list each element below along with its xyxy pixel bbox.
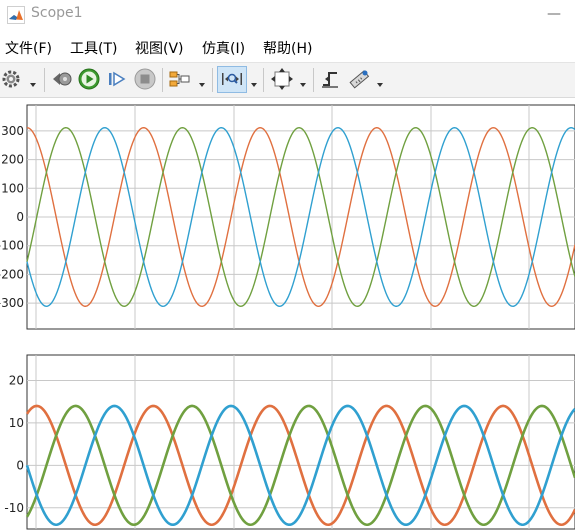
toolbar-separator xyxy=(162,68,163,92)
zoom-axes-icon[interactable] xyxy=(220,67,244,91)
toolbar xyxy=(0,62,575,98)
plot-axes-frame xyxy=(26,354,575,530)
toolbar-separator xyxy=(313,68,314,92)
fit-dropdown-arrow-icon[interactable] xyxy=(299,74,307,87)
current-plot[interactable]: 20 10 0 -10 xyxy=(0,350,575,530)
y-tick-label: -300 xyxy=(0,296,24,310)
triggers-icon[interactable] xyxy=(319,67,343,91)
measure-dropdown-arrow-icon[interactable] xyxy=(376,74,384,87)
zoom-dropdown-arrow-icon[interactable] xyxy=(250,74,258,87)
y-tick-label: 300 xyxy=(1,124,24,138)
step-forward-icon[interactable] xyxy=(105,67,129,91)
window-title: Scope1 xyxy=(31,5,83,21)
y-tick-label: -10 xyxy=(4,501,24,515)
minimize-button[interactable]: — xyxy=(540,6,568,26)
toolbar-separator xyxy=(212,68,213,92)
matlab-logo-icon xyxy=(7,6,25,24)
toolbar-separator xyxy=(44,68,45,92)
y-tick-label: 10 xyxy=(9,416,24,430)
run-icon[interactable] xyxy=(77,67,101,91)
voltage-plot[interactable]: 300 200 100 0 -100 -200 -300 xyxy=(0,100,575,330)
y-tick-label: 200 xyxy=(1,153,24,167)
signal-select-icon[interactable] xyxy=(168,67,192,91)
step-back-icon[interactable] xyxy=(50,67,74,91)
menu-simulation[interactable]: 仿真(I) xyxy=(202,38,245,58)
y-tick-label: 100 xyxy=(1,181,24,195)
gear-icon[interactable] xyxy=(0,67,24,91)
title-bar: Scope1 — xyxy=(0,0,575,32)
menu-bar: 文件(F) 工具(T) 视图(V) 仿真(I) 帮助(H) xyxy=(0,34,575,58)
y-tick-label: 20 xyxy=(9,373,24,387)
y-tick-label: -100 xyxy=(0,239,24,253)
menu-file[interactable]: 文件(F) xyxy=(5,38,52,58)
menu-view[interactable]: 视图(V) xyxy=(135,38,184,58)
menu-help[interactable]: 帮助(H) xyxy=(263,38,312,58)
y-tick-label: -200 xyxy=(0,267,24,281)
toolbar-separator xyxy=(263,68,264,92)
y-tick-label: 0 xyxy=(16,210,24,224)
fit-to-view-icon[interactable] xyxy=(270,67,294,91)
stop-icon[interactable] xyxy=(133,67,157,91)
settings-dropdown-arrow-icon[interactable] xyxy=(29,74,37,87)
y-tick-label: 0 xyxy=(16,458,24,472)
menu-tools[interactable]: 工具(T) xyxy=(70,38,117,58)
signal-dropdown-arrow-icon[interactable] xyxy=(198,74,206,87)
measure-icon[interactable] xyxy=(347,67,371,91)
